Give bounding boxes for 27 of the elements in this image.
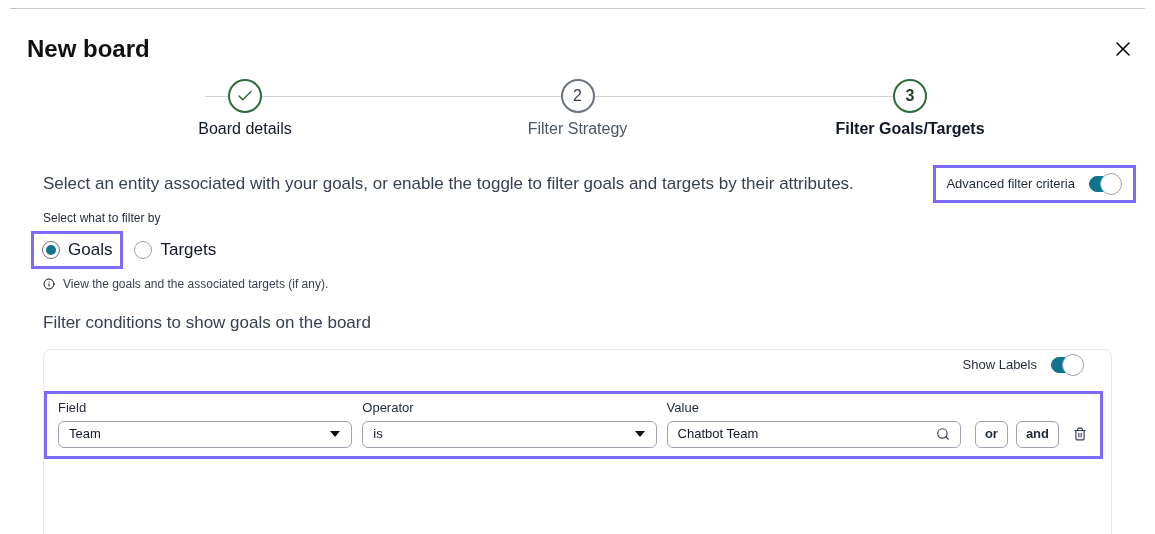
logic-button[interactable]: and [1015, 420, 1059, 448]
select-field[interactable]: Chatbot Team [666, 420, 961, 448]
step-label: Filter Goals/Targets [835, 119, 985, 139]
step-indicator: 2 [560, 79, 595, 113]
select-field[interactable]: is [362, 420, 657, 448]
step-label: Board details [198, 119, 292, 139]
toggle-label: Show Labels [962, 356, 1037, 375]
step-label: Filter Strategy [527, 119, 628, 139]
search-icon [935, 427, 950, 441]
dialog-title: New board [27, 34, 150, 64]
step-indicator: 3 [893, 79, 927, 113]
filter-by-label: Select what to filter by [43, 210, 162, 227]
field-label: Operator [362, 399, 415, 417]
hint-text: View the goals and the associated targets (if any). [63, 275, 329, 293]
toggle-label: Advanced filter criteria [946, 175, 1075, 194]
caret-icon [329, 430, 342, 438]
delete-button[interactable] [1071, 425, 1089, 443]
description-text: Select an entity associated with your goals, or enable the toggle to filter goals and targets by their attributes. [43, 173, 854, 196]
logic-button[interactable]: or [974, 420, 1008, 448]
section-heading: Filter conditions to show goals on the board [43, 311, 372, 334]
radio-option[interactable]: Goals [31, 231, 124, 269]
field-label: Field [58, 399, 88, 417]
radio-option[interactable]: Targets [123, 231, 228, 269]
select-field[interactable]: Team [58, 420, 353, 448]
info-icon [43, 277, 55, 290]
caret-icon [633, 430, 646, 438]
field-label: Value [666, 399, 700, 417]
